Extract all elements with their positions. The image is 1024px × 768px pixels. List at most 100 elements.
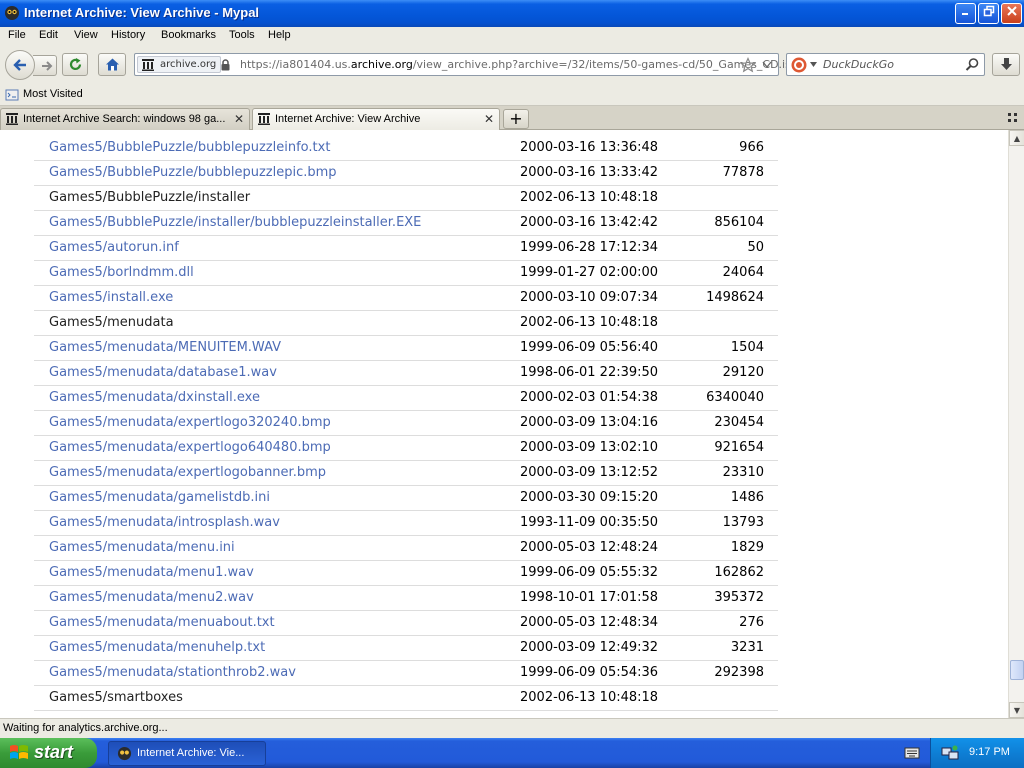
file-date-cell: 1999-06-09 05:55:32 [520,560,680,586]
file-link[interactable]: Games5/menudata/menu1.wav [49,565,254,580]
file-date-cell: 2000-03-10 09:07:34 [520,285,680,311]
file-name-cell: Games5/menudata/menu.ini [34,535,520,561]
table-row: Games5/menudata/menuhelp.txt 2000-03-09 1… [34,635,778,661]
file-link[interactable]: Games5/menudata/menu.ini [49,540,235,555]
windows-flag-icon [10,745,28,759]
table-row: Games5/BubblePuzzle/bubblepuzzlepic.bmp 2… [34,160,778,186]
file-name-cell: Games5/menudata/expertlogo320240.bmp [34,410,520,436]
url-bar[interactable]: archive.org https://ia801404.us.archive.… [134,53,798,76]
file-link[interactable]: Games5/menudata/introsplash.wav [49,515,280,530]
menubar: File Edit View History Bookmarks Tools H… [0,27,1024,46]
file-date-cell: 1999-01-27 02:00:00 [520,260,680,286]
start-button[interactable]: start [0,738,97,768]
file-date-cell: 2002-06-13 10:48:18 [520,185,680,211]
file-name-cell: Games5/borlndmm.dll [34,260,520,286]
keyboard-icon[interactable] [904,746,920,760]
menu-edit[interactable]: Edit [39,29,58,41]
file-link[interactable]: Games5/borlndmm.dll [49,265,194,280]
file-link[interactable]: Games5/menudata/expertlogo640480.bmp [49,440,331,455]
tab-ia-search[interactable]: Internet Archive Search: windows 98 ga..… [0,108,250,130]
home-button[interactable] [98,53,126,76]
system-tray: 9:17 PM [930,738,1024,768]
file-link[interactable]: Games5/menudata/menu2.wav [49,590,254,605]
window-titlebar[interactable]: Internet Archive: View Archive - Mypal [0,0,1024,27]
minimize-icon [961,13,968,15]
table-row: Games5/autorun.inf 1999-06-28 17:12:34 50 [34,235,778,261]
lock-icon [221,59,230,71]
file-date-cell: 2000-03-16 13:33:42 [520,160,680,186]
file-name-cell: Games5/menudata/menuhelp.txt [34,635,520,661]
scroll-up-button[interactable]: ▲ [1009,130,1024,146]
most-visited-label: Most Visited [23,88,83,100]
file-link[interactable]: Games5/menudata/gamelistdb.ini [49,490,270,505]
search-bar[interactable]: DuckDuckGo [786,53,985,76]
file-size-cell [680,685,778,711]
maximize-button[interactable] [978,3,999,24]
file-link[interactable]: Games5/menudata/menuhelp.txt [49,640,265,655]
menu-history[interactable]: History [111,29,145,41]
file-size-cell: 6340040 [680,385,778,411]
file-name-cell: Games5/install.exe [34,285,520,311]
scroll-down-button[interactable]: ▼ [1009,702,1024,718]
network-icon[interactable] [941,745,959,761]
close-button[interactable] [1001,3,1022,24]
grid-icon [1008,113,1017,122]
bookmark-most-visited[interactable]: Most Visited [5,88,83,101]
downloads-button[interactable] [992,53,1020,76]
vertical-scrollbar[interactable]: ▲ ▼ [1008,130,1024,718]
file-link[interactable]: Games5/install.exe [49,290,173,305]
tab-view-archive[interactable]: Internet Archive: View Archive ✕ [252,108,500,131]
search-placeholder: DuckDuckGo [823,58,894,71]
table-row: Games5/menudata/menuabout.txt 2000-05-03 … [34,610,778,636]
start-label: start [34,742,74,762]
url-dropdown-icon[interactable] [762,61,772,69]
menu-help[interactable]: Help [268,29,291,41]
taskbar-item-browser[interactable]: Internet Archive: Vie... [108,741,266,766]
search-engine-dropdown-icon[interactable] [810,62,817,67]
table-row: Games5/menudata/expertlogo640480.bmp 2000… [34,435,778,461]
new-tab-button[interactable]: + [503,109,529,129]
mypal-icon [117,746,132,761]
minimize-button[interactable] [955,3,976,24]
file-link[interactable]: Games5/menudata/MENUITEM.WAV [49,340,281,355]
forward-button[interactable] [33,55,57,76]
file-date-cell: 2000-03-16 13:36:48 [520,135,680,161]
file-link[interactable]: Games5/BubblePuzzle/installer/bubblepuzz… [49,215,421,230]
menu-bookmarks[interactable]: Bookmarks [161,29,216,41]
menu-view[interactable]: View [74,29,98,41]
table-row: Games5/menudata/menu2.wav 1998-10-01 17:0… [34,585,778,611]
tab-close-icon[interactable]: ✕ [234,112,244,126]
clock[interactable]: 9:17 PM [969,746,1010,758]
file-link[interactable]: Games5/menudata/menuabout.txt [49,615,275,630]
file-link[interactable]: Games5/menudata/dxinstall.exe [49,390,260,405]
back-button[interactable] [5,50,35,80]
tab-close-icon[interactable]: ✕ [484,112,494,126]
file-link[interactable]: Games5/autorun.inf [49,240,179,255]
file-link[interactable]: Games5/menudata/stationthrob2.wav [49,665,296,680]
file-link[interactable]: Games5/BubblePuzzle/bubblepuzzleinfo.txt [49,140,330,155]
file-date-cell: 2000-03-16 13:42:42 [520,210,680,236]
tab-list-button[interactable] [1008,112,1018,126]
site-identity-button[interactable]: archive.org [137,56,230,73]
file-name-cell: Games5/menudata/database1.wav [34,360,520,386]
search-icon[interactable] [965,57,980,72]
url-text[interactable]: https://ia801404.us.archive.org/view_arc… [240,58,798,71]
url-prefix: https://ia801404.us. [240,58,351,71]
file-size-cell: 921654 [680,435,778,461]
file-size-cell: 13793 [680,510,778,536]
file-name-cell: Games5/autorun.inf [34,235,520,261]
duckduckgo-icon[interactable] [791,57,807,73]
url-host: archive.org [350,58,413,71]
menu-tools[interactable]: Tools [229,29,255,41]
reload-button[interactable] [62,53,88,76]
tab-strip: Internet Archive Search: windows 98 ga..… [0,106,1024,131]
file-link[interactable]: Games5/menudata/expertlogo320240.bmp [49,415,331,430]
file-link[interactable]: Games5/menudata/database1.wav [49,365,277,380]
scrollbar-thumb[interactable] [1010,660,1024,680]
bookmark-star-icon[interactable] [740,57,756,73]
table-row: Games5/BubblePuzzle/installer/bubblepuzz… [34,210,778,236]
file-date-cell: 2002-06-13 10:48:18 [520,310,680,336]
menu-file[interactable]: File [8,29,26,41]
file-link[interactable]: Games5/menudata/expertlogobanner.bmp [49,465,326,480]
file-link[interactable]: Games5/BubblePuzzle/bubblepuzzlepic.bmp [49,165,337,180]
